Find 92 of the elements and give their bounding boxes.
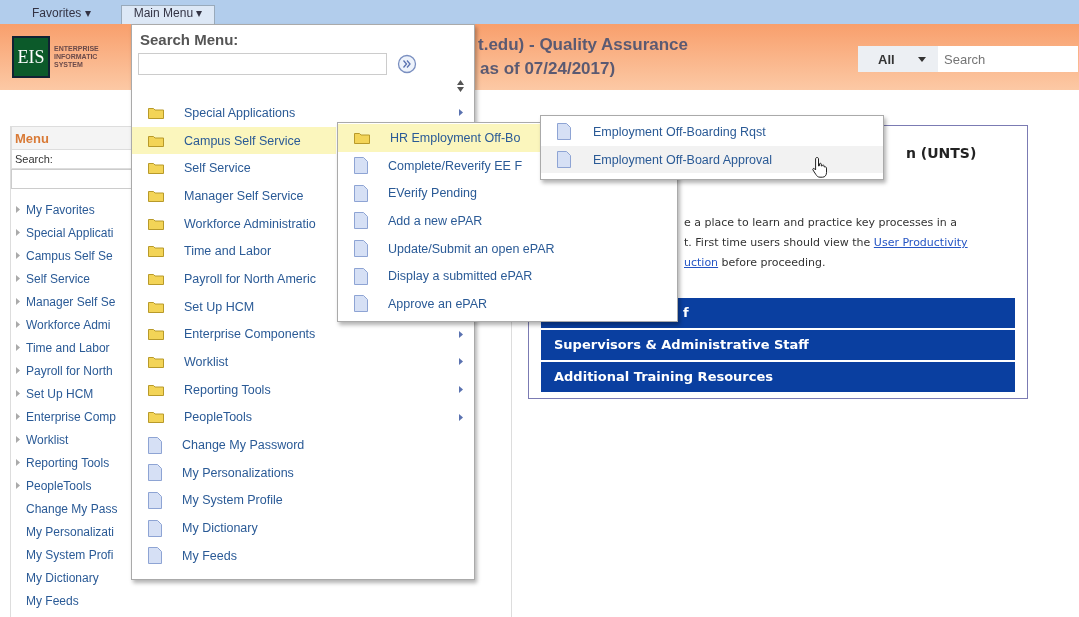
sort-icon[interactable] [457, 80, 464, 92]
expand-icon[interactable] [16, 344, 20, 351]
menu-search-field[interactable] [138, 53, 387, 75]
caret-icon [918, 56, 926, 62]
page-icon [354, 267, 368, 285]
page-icon [354, 184, 368, 202]
sidebar-item[interactable]: My System Profi [26, 547, 114, 562]
nav-tab[interactable]: Favorites ▾ [20, 6, 103, 24]
folder-icon [148, 162, 164, 175]
search-menu-label: Search Menu: [139, 31, 240, 50]
sidebar-item[interactable]: My Feeds [26, 593, 79, 608]
page-icon [148, 547, 162, 565]
menu-item[interactable]: PeopleTools [132, 403, 474, 432]
sidebar-item[interactable]: Special Applicati [26, 225, 114, 240]
search-label: Search: [15, 153, 53, 165]
page-icon [354, 295, 368, 313]
sidebar-item[interactable]: My Personalizati [26, 524, 115, 539]
expand-icon[interactable] [16, 390, 20, 397]
page-icon [557, 151, 571, 169]
sidebar-item[interactable]: Workforce Admi [26, 317, 111, 332]
sidebar-item[interactable]: Self Service [26, 271, 91, 286]
folder-icon [148, 134, 164, 147]
page-icon [354, 240, 368, 258]
logo-mark: EIS [12, 36, 50, 78]
expand-icon[interactable] [16, 413, 20, 420]
menu-item[interactable]: My System Profile [132, 486, 474, 515]
menu-item[interactable]: Campus Self Service [132, 126, 336, 155]
folder-icon [354, 131, 370, 144]
page-icon [354, 157, 368, 175]
search-field[interactable]: Search [938, 46, 1078, 72]
folder-icon [148, 411, 164, 424]
nav-tab[interactable]: Main Menu ▾ [120, 5, 216, 24]
sidebar-item[interactable]: Set Up HCM [26, 386, 94, 401]
sidebar-item[interactable]: PeopleTools [26, 478, 92, 493]
page-title: t.edu) - Quality Assurance [478, 35, 690, 55]
sidebar-item[interactable]: Payroll for North [26, 363, 113, 378]
expand-icon[interactable] [16, 206, 20, 213]
expand-icon[interactable] [16, 459, 20, 466]
section-bar[interactable]: Additional Training Resources [541, 362, 1015, 392]
sidebar-item[interactable]: Time and Labor [26, 340, 110, 355]
folder-icon [148, 106, 164, 119]
menu-item[interactable]: Worklist [132, 348, 474, 376]
page-icon [148, 464, 162, 482]
folder-icon [148, 328, 164, 341]
folder-icon [148, 300, 164, 313]
page-icon [354, 212, 368, 230]
intro-paragraph: e a place to learn and practice key processes in a t. First time users should view the User Productivity uction before proceeding. [684, 215, 969, 271]
folder-icon [148, 356, 164, 369]
folder-icon [148, 272, 164, 285]
menu-item[interactable]: My Feeds [132, 542, 474, 570]
expand-icon[interactable] [16, 252, 20, 259]
page-icon [557, 123, 571, 141]
menu-item[interactable]: EVerify Pending [338, 179, 677, 208]
folder-icon [148, 245, 164, 258]
menu-item[interactable]: Enterprise Components [132, 320, 474, 349]
scope-dropdown[interactable]: All [858, 46, 938, 72]
sidebar-item[interactable]: Manager Self Se [26, 294, 116, 309]
expand-icon[interactable] [16, 275, 20, 282]
folder-icon [148, 217, 164, 230]
sidebar-item[interactable]: My Dictionary [26, 570, 99, 585]
page-title: as of 07/24/2017) [479, 59, 617, 79]
expand-icon[interactable] [16, 321, 20, 328]
go-icon[interactable] [397, 54, 417, 74]
expand-icon[interactable] [16, 482, 20, 489]
menu-item[interactable]: Add a new ePAR [338, 207, 677, 235]
sidebar-item[interactable]: Enterprise Comp [26, 409, 117, 424]
expand-icon[interactable] [16, 298, 20, 305]
sidebar-item[interactable]: Worklist [26, 432, 69, 447]
sidebar-item[interactable]: Reporting Tools [26, 455, 110, 470]
menu-item[interactable]: Special Applications [132, 99, 474, 127]
menu-item[interactable]: Reporting Tools [132, 375, 474, 404]
menu-item[interactable]: My Dictionary [132, 514, 474, 542]
menu-item[interactable]: Employment Off-Board Approval [541, 145, 883, 174]
menu-item[interactable]: Update/Submit an open ePAR [338, 234, 677, 263]
sidebar-item[interactable]: Campus Self Se [26, 248, 113, 263]
folder-icon [148, 383, 164, 396]
sidebar-item[interactable]: My Favorites [26, 202, 95, 217]
menu-item[interactable]: Change My Password [132, 431, 474, 459]
expand-icon[interactable] [16, 367, 20, 374]
expand-icon[interactable] [16, 436, 20, 443]
sidebar-item[interactable]: Change My Pass [26, 501, 118, 516]
page-icon [148, 436, 162, 454]
page-icon [148, 519, 162, 537]
sidebar-title: Menu [15, 130, 49, 146]
link[interactable]: uction [684, 256, 719, 269]
page-icon [148, 491, 162, 509]
menu-item[interactable]: Display a submitted ePAR [338, 262, 677, 291]
expand-icon[interactable] [16, 229, 20, 236]
link[interactable]: User Productivity [873, 236, 968, 249]
section-bar[interactable]: Supervisors & Administrative Staff [541, 330, 1015, 360]
menu-item[interactable]: My Personalizations [132, 458, 474, 487]
content-title: n (UNTS) [906, 145, 977, 161]
